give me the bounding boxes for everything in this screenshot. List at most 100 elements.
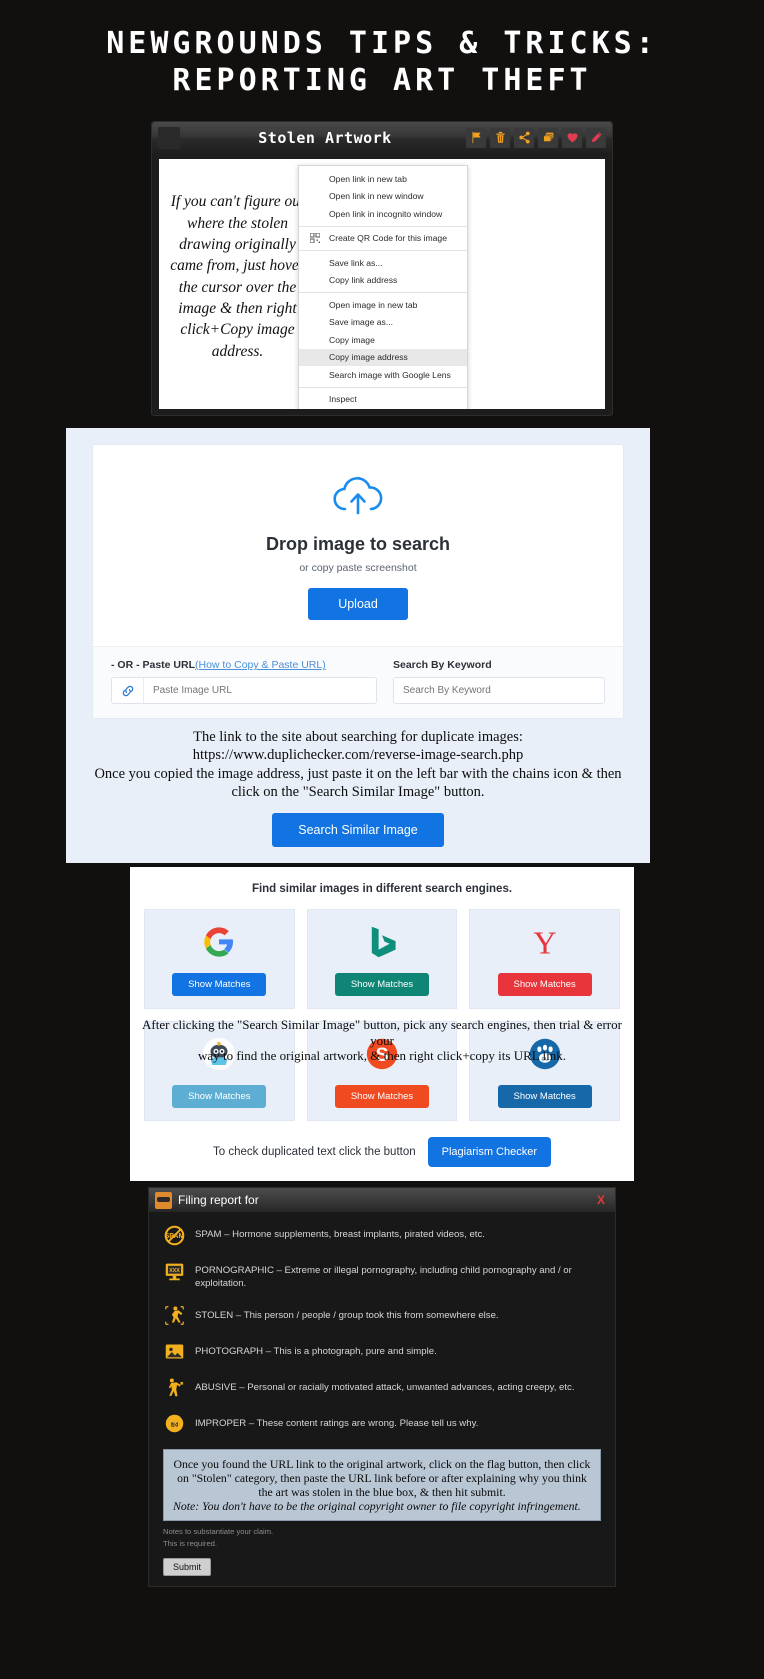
svg-text:ยง: ยง — [170, 1422, 178, 1429]
show-matches-yandex[interactable]: Show Matches — [497, 972, 592, 996]
report-reason-stolen-text: STOLEN – This person / people / group to… — [195, 1309, 499, 1321]
spam-icon: SPAM — [163, 1224, 185, 1246]
note2-line1: The link to the site about searching for… — [193, 729, 523, 746]
trash-icon[interactable] — [490, 127, 510, 148]
report-hint: Notes to substantiate your claim. This i… — [163, 1526, 601, 1549]
drop-zone-subtitle: or copy paste screenshot — [299, 562, 417, 575]
show-matches-google[interactable]: Show Matches — [172, 972, 267, 996]
ctx-copy-image[interactable]: Copy image — [299, 331, 467, 349]
photograph-icon — [163, 1341, 185, 1363]
note3-line2: way to find the original artwork, & then… — [198, 1048, 566, 1064]
duplichecker-card: Drop image to search or copy paste scree… — [92, 444, 624, 720]
ctx-create-qr-label: Create QR Code for this image — [329, 233, 447, 244]
engine-card-bing[interactable]: Show Matches — [306, 909, 458, 1010]
ctx-copy-image-address[interactable]: Copy image address — [299, 348, 467, 367]
filing-report-body: SPAM SPAM – Hormone supplements, breast … — [149, 1212, 615, 1586]
drop-zone[interactable]: Drop image to search or copy paste scree… — [93, 445, 623, 648]
keyword-input[interactable] — [393, 677, 605, 705]
report-hint-line1: Notes to substantiate your claim. — [163, 1527, 274, 1537]
share-icon[interactable] — [514, 127, 534, 148]
paste-url-column: - OR - Paste URL(How to Copy & Paste URL… — [111, 659, 377, 705]
svg-text:XXX: XXX — [169, 1268, 180, 1274]
report-reason-abusive[interactable]: ABUSIVE – Personal or racially motivated… — [163, 1377, 601, 1399]
note2-line4: click on the "Search Similar Image" butt… — [231, 783, 485, 800]
ctx-save-link-as[interactable]: Save link as... — [299, 254, 467, 272]
textarea-line4: Note: You don't have to be the original … — [173, 1499, 581, 1514]
ctx-inspect[interactable]: Inspect — [299, 391, 467, 409]
ctx-create-qr-code[interactable]: Create QR Code for this image — [299, 230, 467, 248]
ctx-divider-2 — [299, 250, 467, 252]
engine-card-google[interactable]: Show Matches — [144, 909, 295, 1010]
report-reason-photograph[interactable]: PHOTOGRAPH – This is a photograph, pure … — [163, 1341, 601, 1363]
ctx-open-link-new-tab[interactable]: Open link in new tab — [299, 170, 467, 188]
textarea-line3: the art was stolen in the blue box, & th… — [258, 1485, 506, 1500]
collection-icon[interactable] — [538, 127, 558, 148]
paste-url-label: - OR - Paste URL(How to Copy & Paste URL… — [111, 659, 377, 671]
search-engines-heading: Find similar images in different search … — [251, 883, 513, 896]
plagiarism-checker-button[interactable]: Plagiarism Checker — [427, 1137, 552, 1168]
svg-text:Y: Y — [533, 925, 556, 959]
panel-stolen-artwork: Stolen Artwork If you can't figure out w… — [0, 117, 764, 429]
report-reason-stolen[interactable]: STOLEN – This person / people / group to… — [163, 1305, 601, 1327]
textarea-line1: Once you found the URL link to the origi… — [173, 1456, 591, 1471]
ctx-copy-link-address[interactable]: Copy link address — [299, 272, 467, 290]
paste-url-label-text: - OR - Paste URL — [111, 659, 196, 672]
url-keyword-row: - OR - Paste URL(How to Copy & Paste URL… — [93, 647, 623, 719]
plagiarism-footer-text: To check duplicated text click the butto… — [212, 1146, 416, 1159]
flag-icon[interactable] — [466, 127, 486, 148]
search-engine-grid: Show Matches Show Matches Y Show Matches — [144, 909, 620, 1122]
qr-code-icon — [309, 232, 321, 244]
artwork-title: Stolen Artwork — [258, 128, 392, 147]
paste-url-input-group[interactable] — [111, 677, 377, 705]
note3-line1: After clicking the "Search Similar Image… — [142, 1017, 622, 1048]
improper-icon: ยง — [163, 1413, 185, 1435]
filing-report-header: Filing report for X — [149, 1188, 615, 1213]
newgrounds-header: Stolen Artwork — [152, 122, 612, 154]
show-matches-bing[interactable]: Show Matches — [334, 972, 430, 996]
submit-button[interactable]: Submit — [163, 1558, 212, 1577]
show-matches-baidu[interactable]: Show Matches — [497, 1084, 592, 1108]
artwork-body: If you can't figure out where the stolen… — [159, 159, 605, 410]
ctx-divider-1 — [299, 225, 467, 227]
title-line-2: REPORTING ART THEFT — [172, 62, 592, 98]
how-to-copy-paste-link[interactable]: (How to Copy & Paste URL) — [195, 659, 326, 671]
report-reason-abusive-text: ABUSIVE – Personal or racially motivated… — [195, 1381, 575, 1393]
google-icon — [203, 923, 235, 961]
report-reason-photograph-text: PHOTOGRAPH – This is a photograph, pure … — [195, 1345, 437, 1357]
show-matches-ask[interactable]: Show Matches — [172, 1084, 267, 1108]
report-reason-improper[interactable]: ยง IMPROPER – These content ratings are … — [163, 1413, 601, 1435]
ctx-open-image-new-tab[interactable]: Open image in new tab — [299, 296, 467, 314]
textarea-line2: on "Stolen" category, then paste the URL… — [177, 1470, 587, 1485]
note2-line2: https://www.duplichecker.com/reverse-ima… — [192, 747, 524, 764]
handwritten-note-3: After clicking the "Search Similar Image… — [130, 1017, 634, 1064]
handwritten-note-1: If you can't figure out where the stolen… — [170, 193, 305, 360]
chain-link-icon — [112, 678, 144, 704]
report-reason-pornographic[interactable]: XXX PORNOGRAPHIC – Extreme or illegal po… — [163, 1260, 601, 1290]
panel-reverse-image-search: Drop image to search or copy paste scree… — [66, 428, 650, 864]
ctx-search-google-lens[interactable]: Search image with Google Lens — [299, 366, 467, 384]
report-hint-line2: This is required. — [163, 1538, 218, 1548]
handwritten-note-2: The link to the site about searching for… — [66, 719, 650, 801]
ctx-save-image-as[interactable]: Save image as... — [299, 314, 467, 332]
user-avatar-icon — [155, 1191, 172, 1209]
ctx-open-link-new-window[interactable]: Open link in new window — [299, 188, 467, 206]
report-reason-pornographic-text: PORNOGRAPHIC – Extreme or illegal pornog… — [195, 1265, 572, 1290]
browser-context-menu[interactable]: Open link in new tab Open link in new wi… — [298, 165, 468, 410]
report-notes-textarea[interactable]: Once you found the URL link to the origi… — [163, 1448, 601, 1522]
ctx-divider-4 — [299, 386, 467, 388]
upload-button[interactable]: Upload — [308, 588, 408, 621]
report-reason-spam[interactable]: SPAM SPAM – Hormone supplements, breast … — [163, 1224, 601, 1246]
close-icon[interactable]: X — [593, 1193, 609, 1207]
paste-url-input[interactable] — [144, 678, 376, 704]
plagiarism-footer: To check duplicated text click the butto… — [144, 1137, 620, 1168]
panel-filing-report: Filing report for X SPAM SPAM – Hormone … — [148, 1187, 616, 1588]
ctx-open-link-incognito[interactable]: Open link in incognito window — [299, 205, 467, 223]
heart-icon[interactable] — [562, 127, 582, 148]
abusive-icon — [163, 1377, 185, 1399]
title-line-1: NEWGROUNDS TIPS & TRICKS: — [106, 26, 658, 61]
pencil-icon[interactable] — [586, 127, 606, 148]
show-matches-sogou[interactable]: Show Matches — [334, 1084, 430, 1108]
search-similar-image-button[interactable]: Search Similar Image — [272, 813, 444, 848]
engine-card-yandex[interactable]: Y Show Matches — [469, 909, 620, 1010]
yandex-icon: Y — [530, 923, 560, 961]
